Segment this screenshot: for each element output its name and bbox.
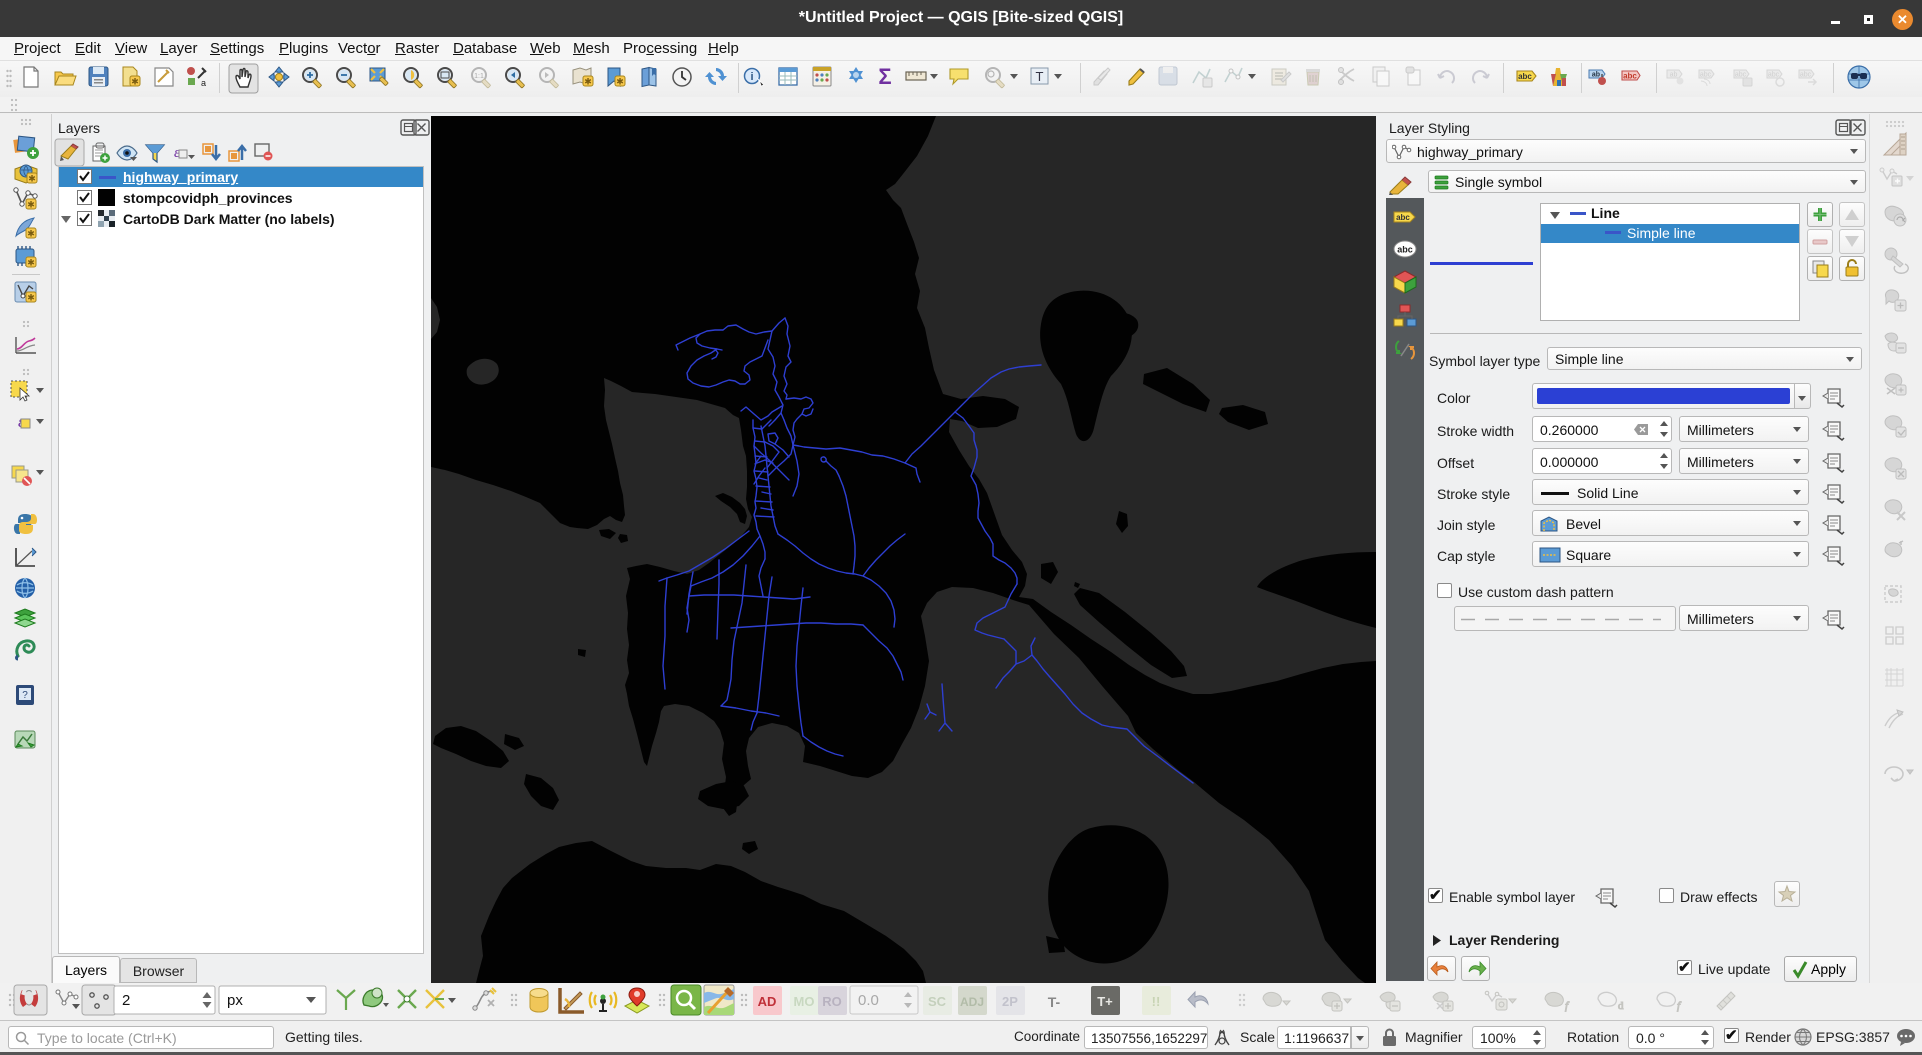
svg-text:✱: ✱: [584, 77, 592, 87]
svg-text:ab: ab: [1592, 72, 1600, 79]
svg-text:T: T: [1036, 69, 1044, 84]
svg-text:d: d: [1618, 1000, 1624, 1012]
svg-text:T-: T-: [1048, 994, 1061, 1010]
svg-text:i: i: [750, 71, 753, 83]
svg-text:abc: abc: [1735, 72, 1747, 79]
svg-text:✱: ✱: [616, 77, 624, 87]
svg-text:f: f: [1565, 1000, 1570, 1012]
svg-text:abc: abc: [1623, 72, 1637, 81]
svg-text:AD: AD: [758, 994, 777, 1009]
svg-text:MO: MO: [794, 994, 815, 1009]
svg-text:RO: RO: [822, 994, 842, 1009]
svg-text:?: ?: [22, 690, 28, 701]
svg-text:abc: abc: [1518, 72, 1532, 81]
svg-text:0.0: 0.0: [858, 992, 879, 1009]
svg-text:2P: 2P: [1002, 994, 1018, 1009]
svg-text:✱: ✱: [27, 229, 35, 239]
svg-text:✱: ✱: [27, 293, 35, 303]
svg-text:✱: ✱: [131, 77, 139, 87]
svg-text:✱: ✱: [28, 174, 36, 184]
svg-text:!!: !!: [1152, 994, 1161, 1009]
svg-text:SC: SC: [928, 994, 947, 1009]
svg-text:abc: abc: [1700, 72, 1712, 79]
svg-text:2: 2: [122, 992, 130, 1009]
svg-text:✱: ✱: [27, 200, 35, 210]
svg-text:T+: T+: [1097, 994, 1113, 1009]
svg-text:abc: abc: [1800, 72, 1812, 79]
svg-text:ab: ab: [1670, 72, 1678, 79]
svg-text:abc: abc: [1396, 213, 1410, 222]
svg-text:f: f: [1677, 1000, 1682, 1012]
svg-text:Σ: Σ: [878, 64, 891, 89]
svg-text:a: a: [201, 78, 206, 88]
svg-text:abc: abc: [1768, 72, 1780, 79]
svg-text:px: px: [227, 992, 243, 1009]
svg-text:1:1: 1:1: [474, 73, 484, 80]
svg-text:abc: abc: [1397, 245, 1413, 255]
svg-text:✱: ✱: [27, 258, 35, 268]
svg-text:ADJ: ADJ: [960, 995, 984, 1009]
